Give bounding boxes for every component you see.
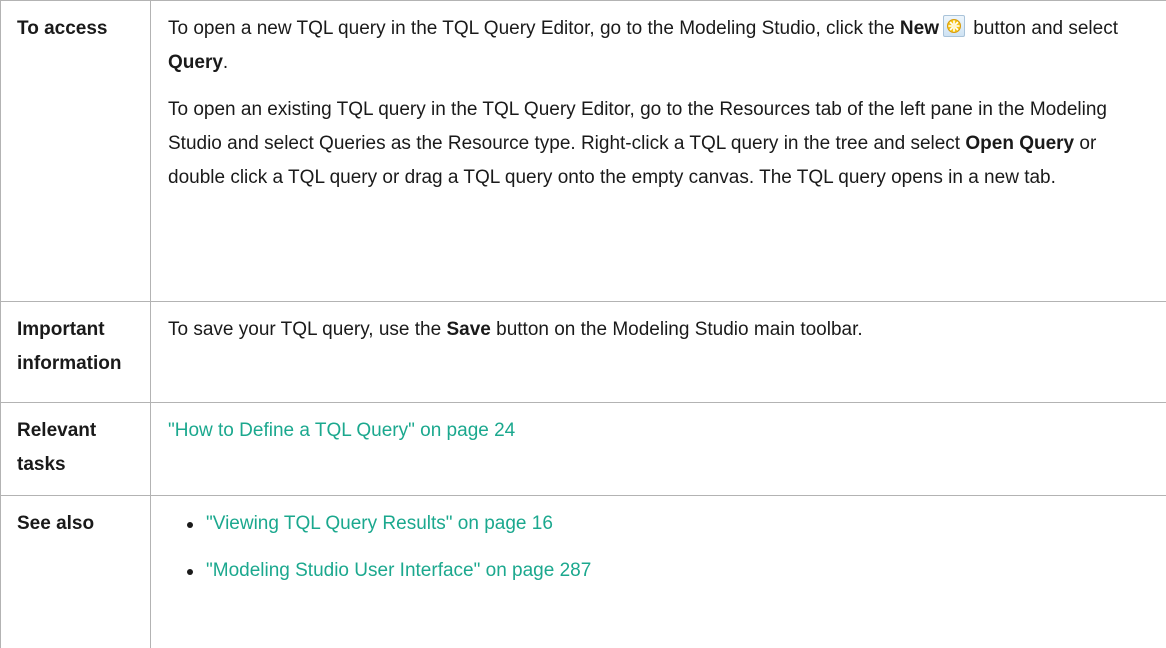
link-viewing-tql-query-results[interactable]: "Viewing TQL Query Results" on page 16 (206, 513, 553, 534)
star-burst-graphic (946, 18, 962, 34)
new-button-label: New (900, 18, 939, 39)
table-row-to-access: To access To open a new TQL query in the… (1, 1, 1166, 302)
access-text-end: . (223, 52, 228, 73)
important-paragraph: To save your TQL query, use the Save but… (168, 313, 1154, 347)
relevant-paragraph: "How to Define a TQL Query" on page 24 (168, 414, 1154, 448)
access-paragraph-existing: To open an existing TQL query in the TQL… (168, 93, 1154, 195)
list-item: "Viewing TQL Query Results" on page 16 (168, 507, 1154, 541)
row-label-see-also: See also (1, 496, 151, 648)
row-content-relevant-tasks: "How to Define a TQL Query" on page 24 (151, 403, 1166, 496)
row-content-important-information: To save your TQL query, use the Save but… (151, 302, 1166, 403)
row-label-important-information: Important information (1, 302, 151, 403)
row-content-to-access: To open a new TQL query in the TQL Query… (151, 1, 1166, 302)
table-row-see-also: See also "Viewing TQL Query Results" on … (1, 496, 1166, 648)
table-row-relevant-tasks: Relevant tasks "How to Define a TQL Quer… (1, 403, 1166, 496)
row-label-to-access: To access (1, 1, 151, 302)
query-menu-label: Query (168, 52, 223, 73)
important-text-after-save: button on the Modeling Studio main toolb… (491, 319, 863, 340)
list-item: "Modeling Studio User Interface" on page… (168, 554, 1154, 588)
access-text-after-new: button and select (968, 18, 1118, 39)
access-paragraph-new: To open a new TQL query in the TQL Query… (168, 12, 1154, 80)
access-text-before-new: To open a new TQL query in the TQL Query… (168, 18, 900, 39)
save-button-label: Save (446, 319, 490, 340)
new-star-icon (943, 15, 965, 37)
row-content-see-also: "Viewing TQL Query Results" on page 16 "… (151, 496, 1166, 648)
link-how-to-define-tql-query[interactable]: "How to Define a TQL Query" on page 24 (168, 420, 515, 441)
important-text-before-save: To save your TQL query, use the (168, 319, 446, 340)
link-modeling-studio-user-interface[interactable]: "Modeling Studio User Interface" on page… (206, 560, 591, 581)
info-table: To access To open a new TQL query in the… (0, 0, 1166, 648)
table-row-important-information: Important information To save your TQL q… (1, 302, 1166, 403)
bullet-icon (187, 522, 193, 528)
see-also-list: "Viewing TQL Query Results" on page 16 "… (168, 507, 1154, 588)
open-query-label: Open Query (965, 133, 1074, 154)
row-label-relevant-tasks: Relevant tasks (1, 403, 151, 496)
bullet-icon (187, 569, 193, 575)
